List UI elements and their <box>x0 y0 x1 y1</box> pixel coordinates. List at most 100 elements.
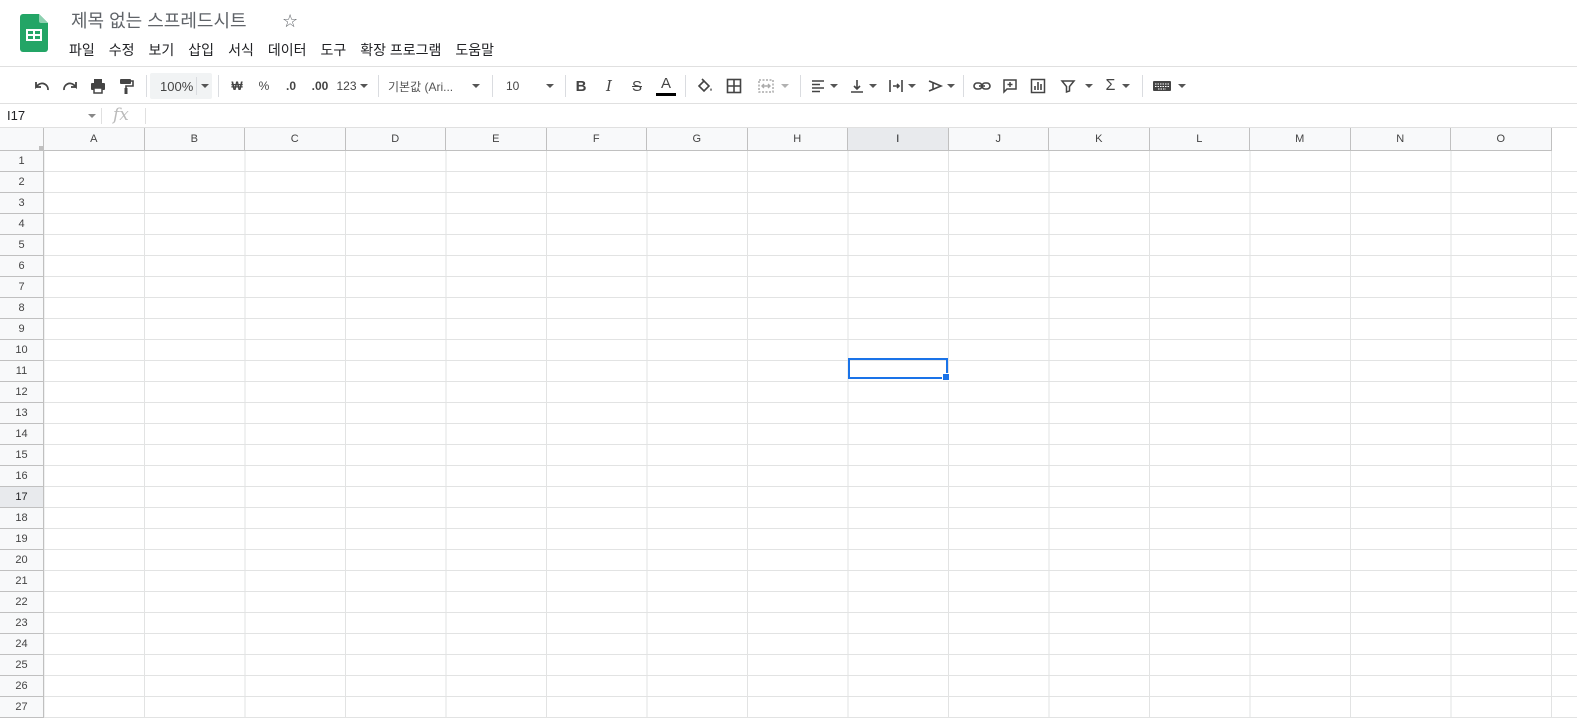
column-header-d[interactable]: D <box>345 128 446 151</box>
formula-input[interactable] <box>150 104 1554 129</box>
row-header-6[interactable]: 6 <box>0 256 44 277</box>
fill-handle[interactable] <box>942 373 950 381</box>
horizontal-align-button[interactable] <box>806 73 840 99</box>
zoom-value: 100% <box>160 78 194 94</box>
paint-format-button[interactable] <box>114 73 138 99</box>
row-header-5[interactable]: 5 <box>0 235 44 256</box>
star-icon[interactable]: ☆ <box>282 9 298 33</box>
row-header-12[interactable]: 12 <box>0 382 44 403</box>
text-rotation-button[interactable] <box>923 73 957 99</box>
menu-file[interactable]: 파일 <box>62 38 102 62</box>
fill-color-button[interactable] <box>694 73 716 99</box>
column-header-j[interactable]: J <box>948 128 1049 151</box>
print-button[interactable] <box>86 73 110 99</box>
row-header-25[interactable]: 25 <box>0 655 44 676</box>
row-header-27[interactable]: 27 <box>0 697 44 718</box>
text-color-swatch <box>656 93 676 96</box>
column-header-o[interactable]: O <box>1451 128 1552 151</box>
menu-insert[interactable]: 삽입 <box>181 38 221 62</box>
row-header-4[interactable]: 4 <box>0 214 44 235</box>
percent-format-button[interactable]: % <box>254 73 274 99</box>
strikethrough-button[interactable]: S <box>627 73 647 99</box>
menu-help[interactable]: 도움말 <box>448 38 501 62</box>
currency-format-button[interactable]: ₩ <box>227 73 247 99</box>
column-header-h[interactable]: H <box>747 128 848 151</box>
row-header-19[interactable]: 19 <box>0 529 44 550</box>
borders-button[interactable] <box>722 73 746 99</box>
column-header-f[interactable]: F <box>546 128 647 151</box>
document-title[interactable]: 제목 없는 스프레드시트 <box>71 8 247 34</box>
functions-button[interactable]: Σ <box>1100 73 1136 99</box>
row-header-10[interactable]: 10 <box>0 340 44 361</box>
row-header-24[interactable]: 24 <box>0 634 44 655</box>
column-header-g[interactable]: G <box>647 128 748 151</box>
row-header-7[interactable]: 7 <box>0 277 44 298</box>
decrease-decimal-button[interactable]: .0 <box>280 73 302 99</box>
text-wrap-button[interactable] <box>884 73 918 99</box>
insert-link-button[interactable] <box>970 73 994 99</box>
undo-button[interactable] <box>30 73 54 99</box>
row-header-20[interactable]: 20 <box>0 550 44 571</box>
menu-extensions[interactable]: 확장 프로그램 <box>353 38 448 62</box>
more-formats-button[interactable]: 123 <box>336 73 368 99</box>
row-header-2[interactable]: 2 <box>0 172 44 193</box>
name-box[interactable]: I17 <box>0 104 100 127</box>
name-box-value: I17 <box>7 108 26 123</box>
increase-decimal-button[interactable]: .00 <box>307 73 333 99</box>
column-header-n[interactable]: N <box>1350 128 1451 151</box>
column-header-e[interactable]: E <box>446 128 547 151</box>
link-icon <box>973 82 991 90</box>
font-size-value: 10 <box>506 79 520 93</box>
font-size-select[interactable]: 10 <box>500 73 558 99</box>
active-cell-selection[interactable] <box>848 358 950 381</box>
filter-button[interactable] <box>1056 73 1096 99</box>
row-header-16[interactable]: 16 <box>0 466 44 487</box>
row-header-11[interactable]: 11 <box>0 361 44 382</box>
input-tools-button[interactable] <box>1150 73 1188 99</box>
zoom-select[interactable]: 100% <box>150 73 212 99</box>
row-header-3[interactable]: 3 <box>0 193 44 214</box>
row-header-22[interactable]: 22 <box>0 592 44 613</box>
row-header-14[interactable]: 14 <box>0 424 44 445</box>
italic-button[interactable]: I <box>599 73 619 99</box>
menu-tools[interactable]: 도구 <box>313 38 353 62</box>
merge-cells-button[interactable] <box>752 73 794 99</box>
row-header-21[interactable]: 21 <box>0 571 44 592</box>
column-header-l[interactable]: L <box>1149 128 1250 151</box>
undo-icon <box>35 82 49 91</box>
row-header-18[interactable]: 18 <box>0 508 44 529</box>
chevron-down-icon <box>946 84 955 88</box>
font-family-select[interactable]: 기본값 (Ari... <box>388 73 484 99</box>
row-header-9[interactable]: 9 <box>0 319 44 340</box>
insert-comment-button[interactable] <box>998 73 1022 99</box>
more-formats-label: 123 <box>336 79 357 93</box>
row-header-15[interactable]: 15 <box>0 445 44 466</box>
row-header-8[interactable]: 8 <box>0 298 44 319</box>
column-header-c[interactable]: C <box>245 128 346 151</box>
chevron-down-icon <box>829 84 838 88</box>
column-header-i[interactable]: I <box>848 128 949 151</box>
column-header-k[interactable]: K <box>1049 128 1150 151</box>
vertical-align-button[interactable] <box>845 73 879 99</box>
text-color-button[interactable]: A <box>655 73 677 99</box>
row-header-13[interactable]: 13 <box>0 403 44 424</box>
row-header-23[interactable]: 23 <box>0 613 44 634</box>
cell-area[interactable] <box>44 151 1577 718</box>
row-header-1[interactable]: 1 <box>0 151 44 172</box>
menu-edit[interactable]: 수정 <box>102 38 142 62</box>
row-header-17[interactable]: 17 <box>0 487 44 508</box>
sheets-logo-icon[interactable] <box>20 14 48 52</box>
menu-data[interactable]: 데이터 <box>261 38 314 62</box>
bold-button[interactable]: B <box>571 73 591 99</box>
column-header-b[interactable]: B <box>144 128 245 151</box>
select-all-corner[interactable] <box>0 128 44 151</box>
column-header-m[interactable]: M <box>1250 128 1351 151</box>
chevron-down-icon <box>781 84 789 88</box>
redo-button[interactable] <box>58 73 82 99</box>
insert-chart-button[interactable] <box>1026 73 1050 99</box>
column-header-a[interactable]: A <box>44 128 145 151</box>
menu-view[interactable]: 보기 <box>142 38 182 62</box>
chevron-down-icon <box>472 84 480 88</box>
menu-format[interactable]: 서식 <box>221 38 261 62</box>
row-header-26[interactable]: 26 <box>0 676 44 697</box>
